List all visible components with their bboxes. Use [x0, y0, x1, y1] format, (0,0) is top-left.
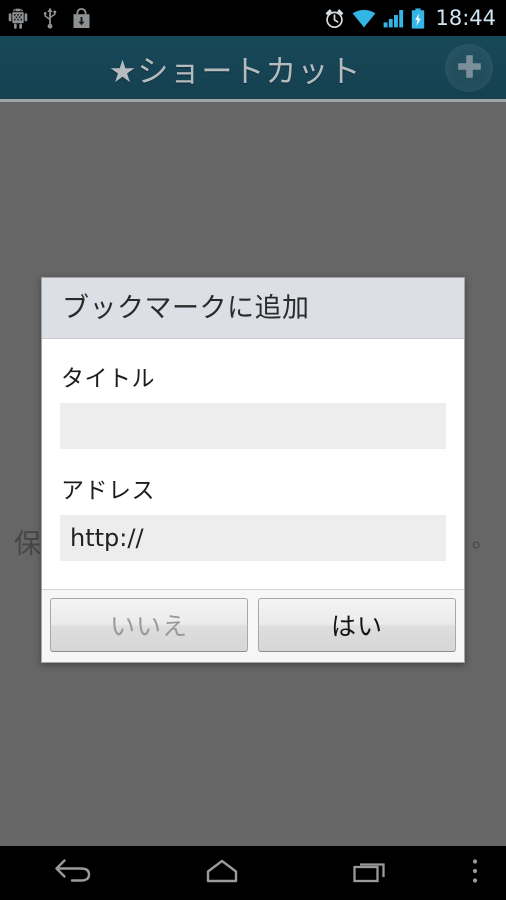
status-clock: 18:44	[435, 5, 496, 30]
no-button[interactable]: いいえ	[50, 597, 248, 652]
background-text-left: 保	[14, 529, 41, 560]
nav-back-button[interactable]	[0, 846, 148, 900]
nav-recents-button[interactable]	[296, 846, 444, 900]
nav-overflow-button[interactable]	[444, 846, 506, 900]
dialog-title: ブックマークに追加	[62, 293, 310, 324]
alarm-clock-icon	[324, 8, 345, 29]
background-text-right: 。	[471, 528, 494, 553]
dialog-header: ブックマークに追加	[42, 278, 464, 339]
plus-icon	[456, 53, 483, 84]
download-icon	[72, 7, 91, 29]
yes-button[interactable]: はい	[258, 597, 456, 652]
address-field-label: アドレス	[61, 477, 155, 504]
dialog-footer: いいえ はい	[42, 588, 464, 662]
home-icon	[203, 856, 241, 890]
app-title: ★ショートカット	[108, 53, 362, 90]
android-debug-icon	[8, 8, 28, 29]
action-bar: ★ショートカット	[0, 36, 506, 100]
add-button[interactable]	[445, 44, 493, 92]
status-bar-left-icons	[8, 7, 91, 29]
back-arrow-icon	[51, 856, 97, 890]
battery-charging-icon	[411, 7, 425, 29]
address-input[interactable]	[60, 514, 446, 561]
title-input[interactable]	[60, 402, 446, 449]
status-bar: 18:44	[0, 0, 506, 36]
wifi-icon	[352, 9, 376, 28]
dialog-body: タイトル アドレス	[42, 338, 464, 589]
recents-icon	[351, 856, 389, 890]
navigation-bar	[0, 846, 506, 900]
title-field-label: タイトル	[61, 365, 155, 392]
phone-screen: 18:44 ★ショートカット 保 。 ブックマークに追加 タイトル アドレス h…	[0, 0, 506, 900]
usb-icon	[42, 7, 58, 29]
signal-icon	[383, 9, 404, 28]
status-bar-right-icons: 18:44	[324, 6, 496, 31]
nav-home-button[interactable]	[148, 846, 296, 900]
add-bookmark-dialog: ブックマークに追加 タイトル アドレス いいえ はい	[41, 277, 465, 663]
overflow-menu-icon	[471, 857, 479, 889]
